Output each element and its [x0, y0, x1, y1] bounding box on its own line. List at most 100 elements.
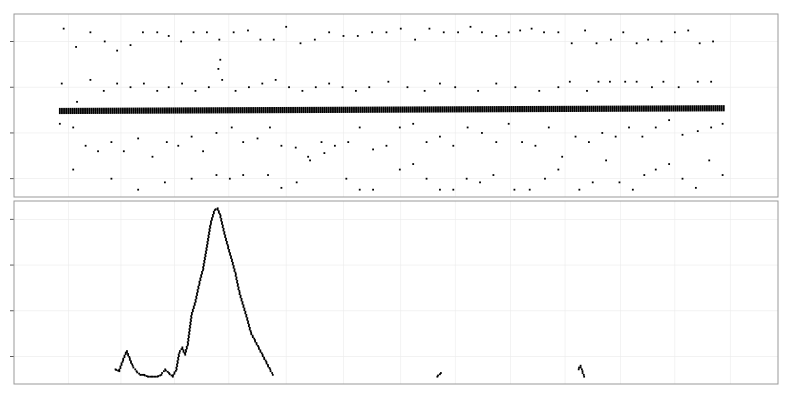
data-point: [387, 80, 390, 83]
data-point: [657, 105, 660, 108]
data-point: [163, 181, 166, 184]
data-point: [185, 350, 187, 353]
data-point: [60, 82, 63, 85]
data-point: [676, 105, 679, 108]
data-point: [62, 27, 65, 30]
data-point: [428, 27, 431, 30]
data-point: [502, 106, 505, 108]
data-point: [202, 263, 205, 265]
data-point: [58, 107, 61, 110]
data-point: [199, 107, 202, 110]
data-point: [136, 371, 139, 374]
data-point: [242, 304, 245, 307]
data-point: [317, 106, 320, 109]
data-point: [513, 188, 516, 191]
data-point: [262, 107, 265, 109]
data-point: [406, 86, 409, 89]
data-point: [703, 105, 706, 108]
data-point: [248, 326, 251, 329]
data-point: [414, 106, 416, 109]
data-point: [581, 370, 584, 373]
data-point: [342, 35, 345, 37]
data-point: [540, 105, 542, 108]
data-point: [390, 106, 393, 109]
data-point: [346, 106, 349, 109]
data-point: [641, 135, 644, 138]
data-point: [273, 107, 276, 109]
data-point: [422, 106, 425, 109]
data-point: [184, 349, 187, 351]
data-point: [720, 105, 723, 107]
data-point: [525, 105, 528, 108]
data-point: [84, 107, 86, 110]
data-point: [399, 27, 402, 30]
data-point: [340, 106, 343, 109]
data-point: [425, 141, 428, 143]
top-panel: [10, 13, 779, 198]
data-point: [320, 141, 323, 143]
data-point: [462, 106, 465, 109]
data-point: [176, 365, 179, 367]
data-point: [632, 105, 635, 108]
data-point: [716, 105, 719, 107]
data-point: [668, 105, 671, 108]
data-point: [118, 370, 121, 373]
data-point: [487, 106, 490, 108]
data-point: [714, 105, 717, 107]
data-point: [147, 107, 149, 110]
data-point: [651, 105, 654, 108]
data-point: [256, 137, 259, 140]
data-point: [643, 174, 646, 176]
data-point: [521, 105, 523, 108]
data-point: [119, 107, 122, 110]
data-point: [374, 106, 376, 109]
data-point: [495, 35, 498, 37]
data-point: [132, 366, 135, 369]
data-point: [194, 300, 197, 303]
data-point: [380, 106, 383, 109]
data-point: [155, 107, 158, 110]
data-point: [470, 106, 473, 108]
data-point: [321, 106, 324, 109]
data-point: [250, 107, 252, 109]
data-point: [111, 107, 114, 110]
data-point: [682, 105, 685, 108]
data-point: [607, 105, 610, 108]
data-point: [140, 107, 143, 110]
data-point: [701, 105, 704, 108]
data-point: [246, 318, 249, 321]
data-point: [452, 188, 455, 191]
data-point: [204, 255, 207, 258]
data-point: [269, 126, 271, 129]
data-point: [485, 106, 488, 108]
data-point: [159, 107, 162, 110]
data-point: [237, 107, 240, 109]
data-point: [264, 107, 267, 109]
data-point: [668, 163, 671, 165]
data-point: [107, 107, 110, 110]
data-point: [236, 279, 239, 282]
data-point: [203, 107, 206, 110]
data-point: [685, 105, 687, 108]
data-point: [280, 144, 283, 147]
data-point: [567, 105, 570, 108]
data-point: [191, 313, 193, 316]
data-point: [151, 107, 154, 110]
data-point: [420, 106, 423, 109]
data-point: [202, 150, 204, 153]
data-point: [191, 310, 194, 313]
data-point: [635, 80, 638, 83]
data-point: [439, 188, 441, 191]
data-point: [618, 181, 621, 184]
data-point: [143, 374, 146, 377]
data-point: [449, 106, 452, 109]
data-point: [558, 105, 561, 108]
data-point: [544, 177, 546, 180]
data-point: [187, 339, 190, 342]
data-point: [84, 144, 87, 147]
data-point: [185, 345, 188, 348]
data-point: [196, 290, 199, 293]
data-point: [228, 177, 231, 180]
data-point: [359, 106, 362, 109]
data-point: [231, 258, 233, 261]
